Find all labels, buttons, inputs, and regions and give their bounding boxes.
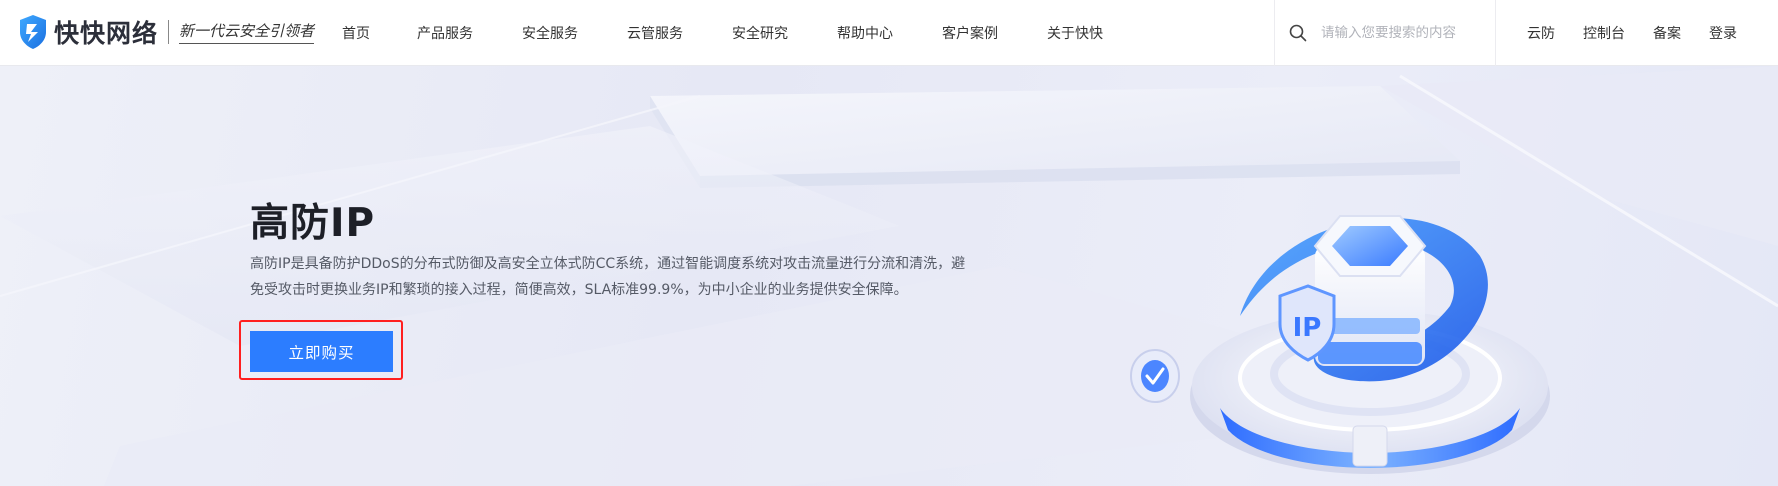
main-nav: 首页 产品服务 安全服务 云管服务 安全研究 帮助中心 客户案例 关于快快 [342, 0, 1152, 66]
shield-logo-icon [20, 15, 46, 49]
page-title: 高防IP [250, 201, 376, 246]
nav-item-customer-cases[interactable]: 客户案例 [942, 23, 998, 43]
logo-divider [168, 20, 170, 44]
check-badge-icon [1130, 349, 1180, 403]
nav-item-about[interactable]: 关于快快 [1047, 23, 1103, 43]
svg-text:IP: IP [1293, 313, 1322, 343]
link-login[interactable]: 登录 [1709, 23, 1737, 43]
nav-item-cloud-management[interactable]: 云管服务 [627, 23, 683, 43]
link-filing[interactable]: 备案 [1653, 23, 1681, 43]
nav-item-security-research[interactable]: 安全研究 [732, 23, 788, 43]
header-right-links: 云防 控制台 备案 登录 [1527, 0, 1737, 66]
nav-item-security-services[interactable]: 安全服务 [522, 23, 578, 43]
search-icon[interactable] [1289, 24, 1307, 42]
nav-item-home[interactable]: 首页 [342, 23, 370, 43]
nav-item-products[interactable]: 产品服务 [417, 23, 473, 43]
search-bar[interactable] [1274, 0, 1496, 66]
site-logo[interactable]: 快快网络 新一代云安全引领者 [18, 12, 315, 52]
nav-item-help-center[interactable]: 帮助中心 [837, 23, 893, 43]
search-input[interactable] [1321, 25, 1481, 41]
hero-illustration: IP [1130, 215, 1550, 474]
logo-slogan: 新一代云安全引领者 [179, 20, 315, 44]
buy-now-button[interactable]: 立即购买 [250, 331, 393, 372]
product-description: 高防IP是具备防护DDoS的分布式防御及高安全立体式防CC系统，通过智能调度系统… [250, 256, 966, 298]
logo-name: 快快网络 [54, 19, 159, 48]
top-header: 快快网络 新一代云安全引领者 首页 产品服务 安全服务 云管服务 安全研究 帮助… [0, 0, 1778, 66]
link-cloud-defense[interactable]: 云防 [1527, 23, 1555, 43]
hero-banner: 高防IP 高防IP是具备防护DDoS的分布式防御及高安全立体式防CC系统，通过智… [0, 66, 1778, 486]
link-console[interactable]: 控制台 [1583, 23, 1625, 43]
